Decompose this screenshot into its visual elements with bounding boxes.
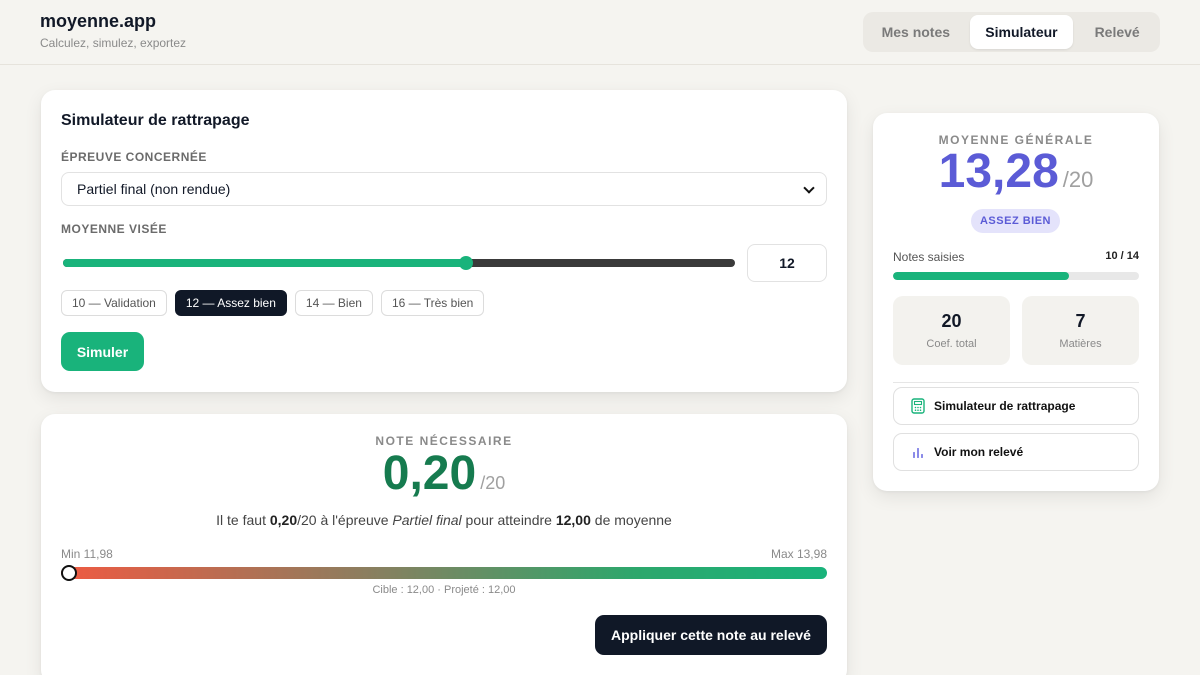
stat-coef-total: 20 Coef. total: [893, 296, 1010, 365]
average-denominator: /20: [1062, 167, 1094, 192]
tab-releve[interactable]: Relevé: [1077, 15, 1157, 49]
view-transcript-button[interactable]: Voir mon relevé: [893, 433, 1139, 471]
stat-matieres: 7 Matières: [1022, 296, 1139, 365]
result-card: NOTE NÉCESSAIRE 0,20/20 Il te faut 0,20/…: [41, 414, 847, 675]
app-name: moyenne.app: [40, 11, 157, 31]
exam-label: ÉPREUVE CONCERNÉE: [61, 150, 207, 164]
target-slider[interactable]: [63, 256, 735, 270]
preset-buttons: 10 — Validation 12 — Assez bien 14 — Bie…: [61, 290, 485, 316]
sentence-note: 0,20: [269, 512, 298, 528]
required-grade: 0,20: [382, 447, 477, 500]
target-input[interactable]: 12: [747, 244, 827, 282]
simulate-button[interactable]: Simuler: [61, 332, 144, 371]
sentence-part: pour atteindre: [461, 512, 556, 528]
sentence-target: 12,00: [555, 512, 591, 528]
calculator-icon: [911, 398, 925, 414]
chevron-down-icon: [803, 182, 815, 194]
divider: [893, 382, 1139, 383]
preset-validation[interactable]: 10 — Validation: [61, 290, 167, 316]
slider-thumb[interactable]: [459, 256, 474, 270]
top-bar: moyenne.app Calculez, simulez, exportez …: [0, 0, 1200, 65]
target-label: MOYENNE VISÉE: [61, 222, 167, 236]
notes-entered-label: Notes saisies: [893, 250, 965, 264]
bar-chart-icon: [913, 448, 923, 458]
notes-entered-count: 10 / 14: [1105, 250, 1139, 262]
main-tabs: Mes notes Simulateur Relevé: [863, 12, 1160, 52]
gauge-caption: Cible : 12,00 · Projeté : 12,00: [372, 584, 516, 596]
sentence-exam: Partiel final: [392, 512, 462, 528]
simulator-card: Simulateur de rattrapage ÉPREUVE CONCERN…: [41, 90, 847, 392]
general-average: 13,28: [938, 145, 1059, 198]
average-value-row: 13,28/20: [873, 144, 1159, 199]
exam-select[interactable]: Partiel final (non rendue): [61, 172, 827, 206]
gauge-min-label: Min 11,98: [61, 547, 113, 561]
tab-simulateur[interactable]: Simulateur: [969, 15, 1074, 49]
stat-value: 20: [941, 311, 962, 331]
result-sentence: Il te faut 0,20/20 à l'épreuve Partiel f…: [41, 512, 847, 528]
open-simulator-label: Simulateur de rattrapage: [934, 399, 1076, 413]
apply-grade-button[interactable]: Appliquer cette note au relevé: [595, 615, 827, 655]
view-transcript-label: Voir mon relevé: [934, 445, 1024, 459]
slider-fill: [63, 259, 467, 267]
range-gauge: [60, 565, 827, 581]
exam-select-value: Partiel final (non rendue): [77, 181, 231, 197]
preset-bien[interactable]: 14 — Bien: [294, 290, 373, 316]
summary-card: MOYENNE GÉNÉRALE 13,28/20 ASSEZ BIEN Not…: [873, 113, 1159, 491]
sentence-part: /20 à l'épreuve: [297, 512, 393, 528]
open-simulator-button[interactable]: Simulateur de rattrapage: [893, 387, 1139, 425]
result-denominator: /20: [480, 473, 506, 493]
result-value-row: 0,20/20: [41, 446, 847, 501]
tab-mes-notes[interactable]: Mes notes: [866, 15, 966, 49]
preset-tres-bien[interactable]: 16 — Très bien: [380, 290, 485, 316]
sentence-part: Il te faut: [216, 512, 270, 528]
gauge-marker: [60, 565, 77, 581]
mention-badge: ASSEZ BIEN: [971, 209, 1060, 233]
simulator-title: Simulateur de rattrapage: [61, 112, 250, 129]
preset-assez-bien[interactable]: 12 — Assez bien: [174, 290, 287, 316]
gauge-max-label: Max 13,98: [770, 547, 827, 561]
notes-progress-bar: [893, 272, 1139, 280]
sentence-part: de moyenne: [590, 512, 672, 528]
brand: moyenne.app Calculez, simulez, exportez: [40, 11, 186, 50]
app-tagline: Calculez, simulez, exportez: [40, 36, 187, 50]
stat-label: Coef. total: [926, 338, 977, 350]
stat-label: Matières: [1059, 338, 1102, 350]
stat-value: 7: [1075, 311, 1086, 331]
notes-progress-fill: [893, 272, 1069, 280]
